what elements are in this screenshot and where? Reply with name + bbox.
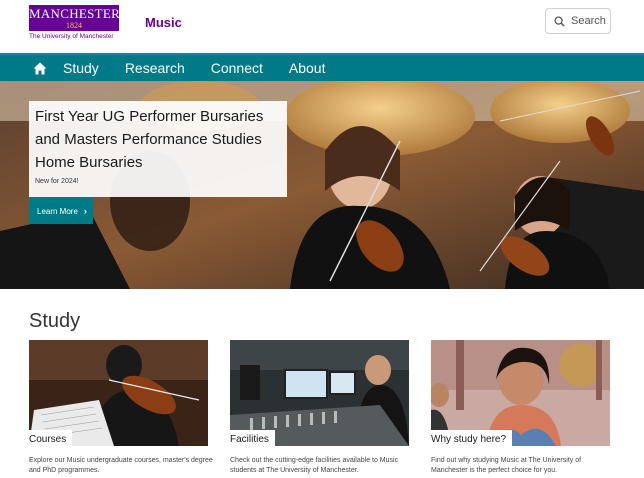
study-heading: Study [29, 310, 81, 332]
card-image: Facilities [230, 340, 409, 446]
card-label: Facilities [230, 430, 275, 446]
hero-card: First Year UG Performer Bursaries and Ma… [29, 101, 287, 197]
card-description: Check out the cutting-edge facilities av… [230, 457, 399, 474]
search-icon [554, 15, 565, 27]
site-header: MANCHESTER 1824 The University of Manche… [0, 0, 644, 53]
logo-box: MANCHESTER 1824 [29, 5, 121, 31]
main-nav: Study Research Connect About [0, 53, 644, 81]
nav-item-about[interactable]: About [289, 60, 326, 76]
card-label: Why study here? [431, 430, 513, 446]
chevron-right-icon: › [83, 206, 87, 216]
hero-subtitle: New for 2024! [35, 178, 79, 185]
search-label: Search [571, 15, 606, 27]
logo-name: MANCHESTER [29, 6, 121, 21]
hero-title: First Year UG Performer Bursaries and Ma… [35, 108, 264, 171]
nav-item-research[interactable]: Research [125, 60, 185, 76]
logo-year: 1824 [66, 21, 82, 30]
card-label: Courses [29, 430, 73, 446]
card-courses[interactable]: Courses Explore our Music undergraduate … [29, 340, 213, 476]
nav-item-connect[interactable]: Connect [211, 60, 263, 76]
card-image: Courses [29, 340, 208, 446]
university-logo[interactable]: MANCHESTER 1824 The University of Manche… [29, 5, 121, 42]
logo-subtitle: The University of Manchester [29, 33, 114, 40]
home-link[interactable] [33, 62, 47, 75]
hero-banner: First Year UG Performer Bursaries and Ma… [0, 81, 644, 289]
card-description: Find out why studying Music at The Unive… [431, 457, 582, 474]
card-image: Why study here? [431, 340, 610, 446]
nav-item-study[interactable]: Study [63, 60, 99, 76]
learn-more-button[interactable]: Learn More › [29, 198, 93, 224]
card-description: Explore our Music undergraduate courses,… [29, 457, 213, 474]
learn-more-label: Learn More [37, 206, 78, 216]
card-facilities[interactable]: Facilities Check out the cutting-edge fa… [230, 340, 409, 476]
site-title[interactable]: Music [145, 15, 182, 30]
home-icon [33, 62, 47, 74]
card-why-study-here[interactable]: Why study here? Find out why studying Mu… [431, 340, 610, 476]
search-button[interactable]: Search [545, 8, 611, 34]
